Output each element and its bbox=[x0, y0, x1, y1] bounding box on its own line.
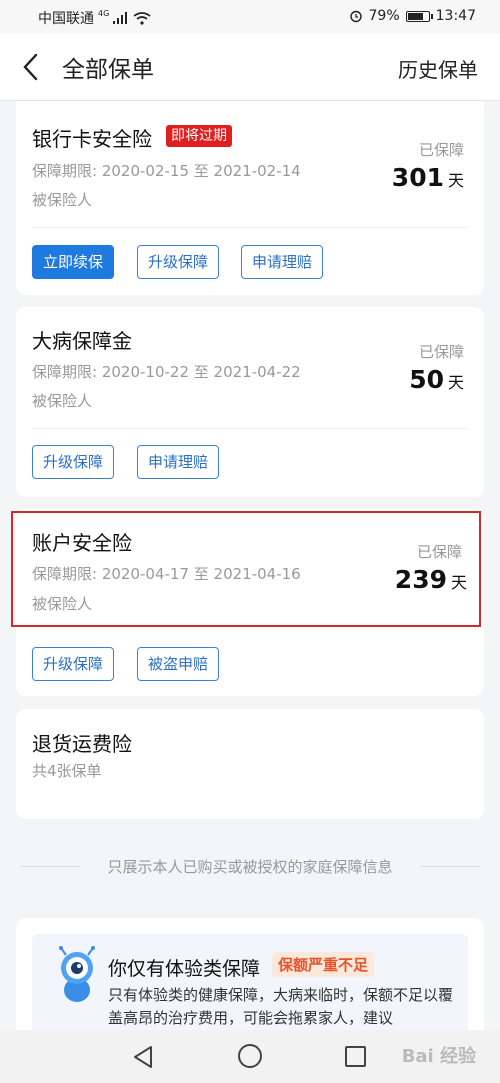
divider bbox=[32, 428, 468, 429]
protected-label: 已保障 bbox=[418, 343, 464, 361]
battery-icon bbox=[405, 10, 433, 22]
protected-label: 已保障 bbox=[418, 141, 464, 159]
highlight-box bbox=[11, 511, 481, 627]
claim-button[interactable]: 申请理赔 bbox=[241, 245, 324, 279]
warning-title: 你仅有体验类保障 bbox=[108, 958, 261, 980]
policy-count: 共4张保单 bbox=[32, 762, 102, 780]
coverage-warning-card[interactable]: 你仅有体验类保障 保额严重不足 只有体验类的健康保障，大病来临时，保额不足以覆盖… bbox=[16, 918, 484, 1030]
protected-days: 50 天 bbox=[409, 365, 464, 394]
network-type: 4G bbox=[98, 8, 110, 18]
top-nav-bar: 全部保单 历史保单 bbox=[0, 34, 500, 101]
warning-panel: 你仅有体验类保障 保额严重不足 只有体验类的健康保障，大病来临时，保额不足以覆盖… bbox=[32, 934, 468, 1030]
policy-card[interactable]: 退货运费险 共4张保单 bbox=[16, 709, 484, 819]
insufficient-badge: 保额严重不足 bbox=[272, 952, 375, 977]
policy-name: 退货运费险 bbox=[32, 732, 132, 756]
warning-text: 只有体验类的健康保障，大病来临时，保额不足以覆盖高昂的治疗费用，可能会拖累家人，… bbox=[108, 986, 454, 1027]
policy-name: 大病保障金 bbox=[32, 329, 132, 353]
upgrade-button[interactable]: 升级保障 bbox=[32, 445, 115, 479]
carrier-label: 中国联通 bbox=[38, 11, 94, 27]
page-title: 全部保单 bbox=[62, 57, 154, 83]
days-unit: 天 bbox=[447, 171, 464, 190]
wifi-icon bbox=[133, 11, 151, 25]
days-count: 301 bbox=[391, 163, 444, 192]
days-count: 50 bbox=[409, 365, 444, 394]
days-unit: 天 bbox=[447, 373, 464, 392]
divider bbox=[32, 227, 468, 228]
nav-back-icon[interactable] bbox=[132, 1045, 154, 1069]
expiring-badge: 即将过期 bbox=[166, 125, 232, 147]
divider-right bbox=[420, 866, 480, 867]
system-nav-bar: Bai 经验 bbox=[0, 1030, 500, 1083]
signal-icon bbox=[113, 12, 128, 24]
back-arrow-icon[interactable] bbox=[18, 52, 46, 82]
watermark: Bai 经验 bbox=[401, 1046, 476, 1067]
policy-card[interactable]: 大病保障金 保障期限: 2020-10-22 至 2021-04-22 被保险人… bbox=[16, 307, 484, 497]
insured-person: 被保险人 bbox=[32, 191, 93, 209]
upgrade-button[interactable]: 升级保障 bbox=[32, 647, 115, 681]
theft-claim-button[interactable]: 被盗申赔 bbox=[137, 647, 220, 681]
policy-period: 保障期限: 2020-10-22 至 2021-04-22 bbox=[32, 363, 301, 381]
insured-person: 被保险人 bbox=[32, 392, 93, 410]
policy-period: 保障期限: 2020-02-15 至 2021-02-14 bbox=[32, 162, 301, 180]
alarm-icon bbox=[349, 10, 362, 23]
claim-button[interactable]: 申请理赔 bbox=[137, 445, 220, 479]
renew-button[interactable]: 立即续保 bbox=[32, 245, 115, 279]
history-policies-link[interactable]: 历史保单 bbox=[398, 54, 478, 83]
robot-mascot-icon bbox=[59, 946, 95, 1002]
status-bar: 中国联通 4G 79% 13:47 bbox=[0, 0, 500, 34]
policy-card[interactable]: 银行卡安全险 即将过期 保障期限: 2020-02-15 至 2021-02-1… bbox=[16, 101, 484, 295]
nav-recent-apps-icon[interactable] bbox=[345, 1046, 366, 1067]
battery-percent: 79% bbox=[368, 8, 400, 24]
clock: 13:47 bbox=[435, 8, 476, 24]
nav-home-icon[interactable] bbox=[238, 1044, 262, 1068]
upgrade-button[interactable]: 升级保障 bbox=[137, 245, 220, 279]
protected-days: 301 天 bbox=[392, 163, 464, 192]
policy-name: 银行卡安全险 bbox=[32, 127, 152, 151]
